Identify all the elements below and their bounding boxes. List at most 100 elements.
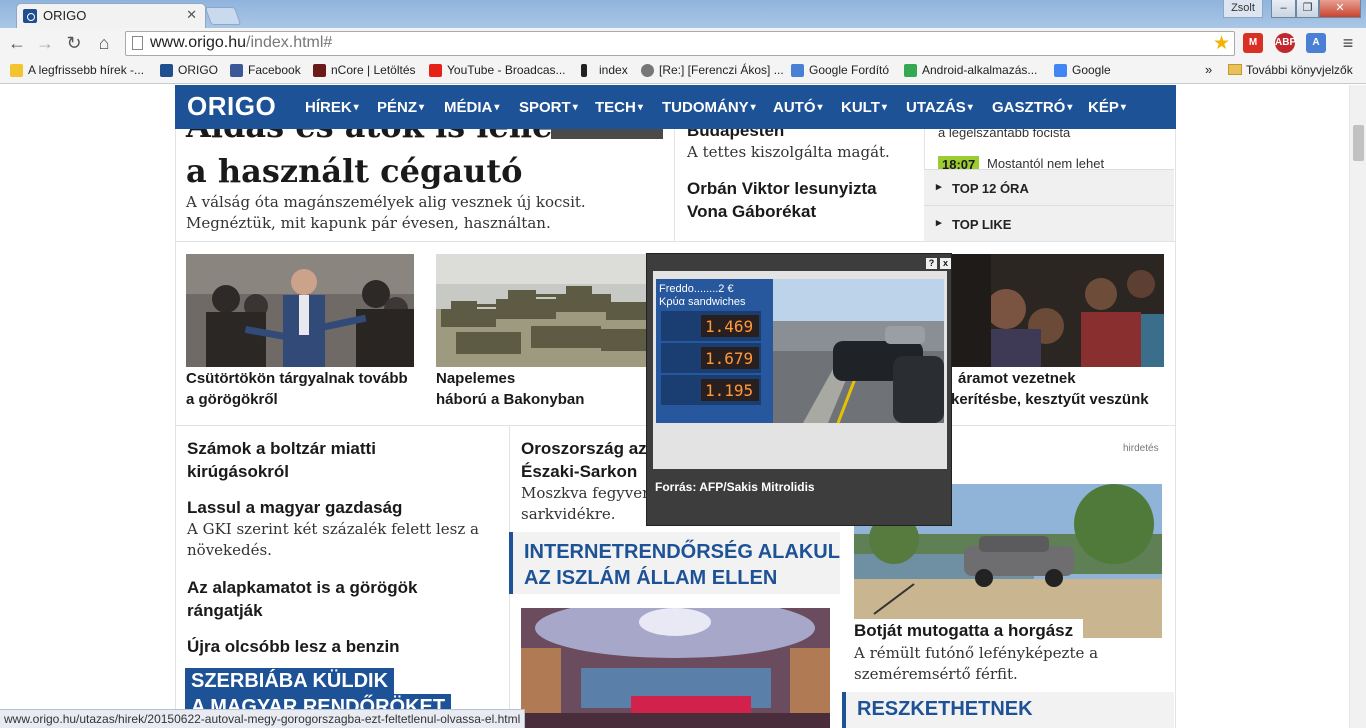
nav-gasztro[interactable]: GASZTRÓ (992, 99, 1072, 116)
star-favicon-icon (10, 64, 23, 77)
price-3: 1.195 (705, 381, 753, 400)
photo-caption1-line1[interactable]: Csütörtökön tárgyalnak tovább (186, 368, 408, 389)
menu-icon[interactable]: ≡ (1338, 33, 1358, 53)
right-highlight-text[interactable]: RESZKETHETNEK (857, 698, 1033, 721)
right-highlight-box[interactable]: RESZKETHETNEK (842, 692, 1174, 728)
photo-caption2-line2[interactable]: háború a Bakonyban (436, 389, 584, 410)
other-bookmarks-folder[interactable]: További könyvjelzők (1228, 63, 1353, 77)
bookmark-item[interactable]: Google (1054, 63, 1111, 77)
row-divider (175, 241, 1176, 242)
right-lead-line2: szeméremsértő férfit. (854, 665, 1018, 683)
mid-lead: A tettes kiszolgálta magát. (687, 143, 890, 161)
back-icon[interactable]: ← (5, 32, 29, 54)
origo-logo[interactable]: ORIGO (187, 91, 276, 122)
nav-auto[interactable]: AUTÓ (773, 99, 823, 116)
left-headline1-line2[interactable]: kirúgásokról (187, 460, 289, 483)
tab-title: ORIGO (43, 8, 87, 23)
minimize-icon[interactable]: – (1271, 0, 1296, 18)
column-divider (674, 129, 675, 242)
popup-image-frame: Freddo........2 € Κρύα sandwiches 1.469 … (653, 271, 947, 469)
close-tab-icon[interactable]: ✕ (186, 7, 197, 23)
photo-caption1-line2[interactable]: a görögökről (186, 389, 278, 410)
nav-utazas[interactable]: UTAZÁS (906, 99, 973, 116)
photo-caption2-line1[interactable]: Napelemes (436, 368, 515, 389)
bookmark-item[interactable]: nCore | Letöltés (313, 63, 416, 77)
nav-penz[interactable]: PÉNZ (377, 99, 424, 116)
mid-col-headline-line1[interactable]: Oroszország az (521, 437, 647, 460)
play-store-icon (904, 64, 917, 77)
mid-headline2-line2[interactable]: Vona Gáborékat (687, 200, 816, 223)
photo-refugees[interactable] (951, 254, 1164, 367)
bookmark-item[interactable]: Android-alkalmazás... (904, 63, 1037, 77)
close-icon[interactable]: x (940, 258, 951, 269)
status-bar-url: www.origo.hu/utazas/hirek/20150622-autov… (0, 709, 526, 728)
bookmark-item[interactable]: Google Fordító (791, 63, 889, 77)
left-headline1-line1[interactable]: Számok a boltzár miatti (187, 437, 376, 460)
gmail-icon[interactable]: M (1243, 33, 1263, 53)
highlight-box[interactable]: INTERNETRENDŐRSÉG ALAKUL AZ ISZLÁM ÁLLAM… (509, 532, 840, 594)
photo-palace[interactable] (521, 608, 830, 728)
sign-text-line2: Κρύα sandwiches (659, 296, 746, 308)
user-profile-button[interactable]: Zsolt (1223, 0, 1263, 18)
close-window-icon[interactable]: ✕ (1319, 0, 1361, 18)
reload-icon[interactable]: ↻ (62, 32, 86, 54)
google-icon (1054, 64, 1067, 77)
left-headline4[interactable]: Újra olcsóbb lesz a benzin (187, 635, 400, 658)
home-icon[interactable]: ⌂ (92, 32, 116, 54)
main-lead-line2: Megnéztük, mit kapunk pár évesen, haszná… (186, 214, 551, 232)
origo-favicon-icon (160, 64, 173, 77)
left-headline3-line2[interactable]: rángatják (187, 599, 263, 622)
photo-tanks[interactable] (436, 254, 646, 367)
bookmark-star-icon[interactable]: ★ (1213, 32, 1230, 55)
new-tab-button[interactable] (204, 7, 242, 25)
web-page: Áldás és átok is lehet a használt cégaut… (0, 85, 1366, 728)
left-headline2[interactable]: Lassul a magyar gazdaság (187, 496, 402, 519)
right-headline[interactable]: Botját mutogatta a horgász (854, 619, 1073, 642)
left-lead2-line1: A GKI szerint két százalék felett lesz a (187, 520, 479, 538)
top-like-tab[interactable]: TOP LIKE (924, 205, 1174, 241)
adblock-icon[interactable]: ABP (1275, 33, 1296, 53)
bookmark-item[interactable]: Facebook (230, 63, 301, 77)
page-scrollbar[interactable] (1349, 85, 1366, 728)
bookmark-item[interactable]: YouTube - Broadcas... (429, 63, 566, 77)
help-icon[interactable]: ? (926, 258, 937, 269)
mid-col-headline-line2[interactable]: Északi-Sarkon (521, 460, 637, 483)
browser-tab[interactable]: ORIGO ✕ (16, 3, 206, 28)
photo-caption3-line1[interactable]: áramot vezetnek (958, 368, 1076, 389)
left-headline3-line1[interactable]: Az alapkamatot is a görögök (187, 576, 418, 599)
address-bar[interactable]: www.origo.hu/index.html# ★ (125, 31, 1235, 56)
kicker-headline-line1[interactable]: SZERBIÁBA KÜLDIK (185, 668, 395, 695)
nav-kult[interactable]: KULT (841, 99, 887, 116)
bookmark-item[interactable]: A legfrissebb hírek -... (10, 63, 144, 77)
photo-tsipras[interactable] (186, 254, 414, 367)
bookmarks-overflow-button[interactable]: » (1205, 62, 1212, 77)
bookmark-item[interactable]: ORIGO (160, 63, 218, 77)
highlight-line1[interactable]: INTERNETRENDŐRSÉG ALAKUL (524, 539, 840, 565)
main-lead-line1: A válság óta magánszemélyek alig vesznek… (186, 193, 586, 211)
main-headline-line2[interactable]: a használt cégautó (186, 152, 522, 190)
nav-tudomany[interactable]: TUDOMÁNY (662, 99, 756, 116)
image-preview-popup: ? x Freddo........2 € Κρύα sandwiches 1.… (646, 253, 952, 526)
bookmark-item[interactable]: index (581, 63, 628, 77)
nav-kep[interactable]: KÉP (1088, 99, 1126, 116)
maximize-icon[interactable]: ❐ (1296, 0, 1319, 18)
highlight-line2[interactable]: AZ ISZLÁM ÁLLAM ELLEN (524, 565, 777, 591)
forum-icon (641, 64, 654, 77)
photo-credit: Forrás: AFP/Sakis Mitrolidis (655, 480, 815, 494)
bookmarks-bar: A legfrissebb hírek -... ORIGO Facebook … (0, 59, 1366, 84)
nav-hirek[interactable]: HÍREK (305, 99, 359, 116)
mid-headline2-line1[interactable]: Orbán Viktor lesunyizta (687, 177, 877, 200)
photo-caption3-line2[interactable]: kerítésbe, kesztyűt veszünk (951, 389, 1149, 410)
nav-tech[interactable]: TECH (595, 99, 643, 116)
top-12-ora-tab[interactable]: TOP 12 ÓRA (924, 169, 1174, 205)
youtube-icon (429, 64, 442, 77)
forward-icon[interactable]: → (33, 32, 57, 54)
translate-icon[interactable]: A (1306, 33, 1326, 53)
page-icon (132, 36, 143, 50)
nav-media[interactable]: MÉDIA (444, 99, 499, 116)
scrollbar-thumb[interactable] (1353, 125, 1364, 161)
nav-sport[interactable]: SPORT (519, 99, 578, 116)
window-titlebar: ORIGO ✕ Zsolt – ❐ ✕ (0, 0, 1366, 28)
mid-col-lead-line2: sarkvidékre. (521, 505, 616, 523)
bookmark-item[interactable]: [Re:] [Ferenczi Ákos] ... (641, 63, 784, 77)
